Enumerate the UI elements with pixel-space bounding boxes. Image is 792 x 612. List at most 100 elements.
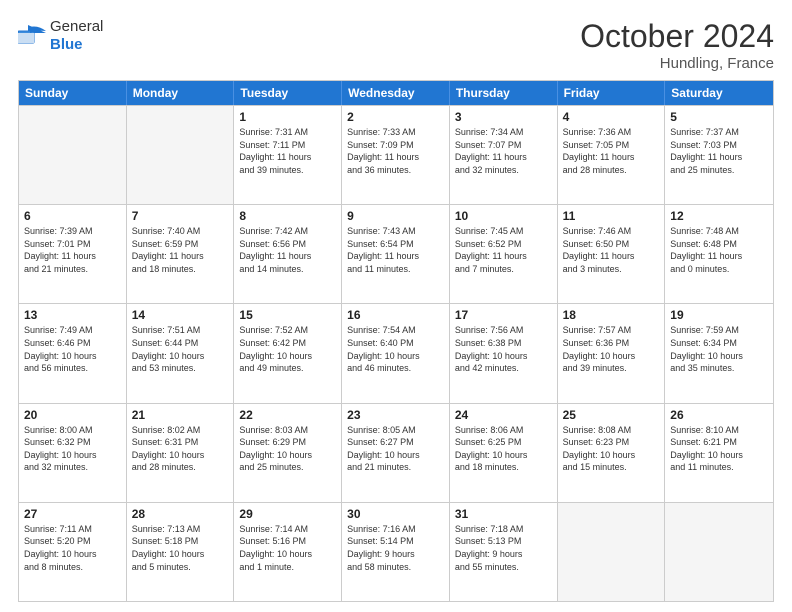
calendar-cell: 6 Sunrise: 7:39 AM Sunset: 7:01 PM Daylig…	[19, 205, 127, 303]
calendar-cell	[127, 106, 235, 204]
day-info: Sunrise: 7:39 AM Sunset: 7:01 PM Dayligh…	[24, 225, 121, 275]
day-number: 16	[347, 308, 444, 322]
day-number: 25	[563, 408, 660, 422]
day-info: Sunrise: 7:59 AM Sunset: 6:34 PM Dayligh…	[670, 324, 768, 374]
day-info: Sunrise: 7:37 AM Sunset: 7:03 PM Dayligh…	[670, 126, 768, 176]
title-area: October 2024 Hundling, France	[580, 18, 774, 72]
calendar-cell: 2 Sunrise: 7:33 AM Sunset: 7:09 PM Daylig…	[342, 106, 450, 204]
day-info: Sunrise: 7:42 AM Sunset: 6:56 PM Dayligh…	[239, 225, 336, 275]
logo-blue: Blue	[50, 36, 83, 53]
calendar-cell: 22Sunrise: 8:03 AM Sunset: 6:29 PM Dayli…	[234, 404, 342, 502]
day-number: 2	[347, 110, 444, 124]
calendar-cell: 14 Sunrise: 7:51 AM Sunset: 6:44 PM Dayli…	[127, 304, 235, 402]
calendar-cell: 28Sunrise: 7:13 AM Sunset: 5:18 PM Dayli…	[127, 503, 235, 601]
day-info: Sunrise: 7:46 AM Sunset: 6:50 PM Dayligh…	[563, 225, 660, 275]
day-number: 19	[670, 308, 768, 322]
month-title: October 2024	[580, 18, 774, 55]
logo-icon	[18, 26, 46, 46]
day-number: 8	[239, 209, 336, 223]
day-info: Sunrise: 7:13 AM Sunset: 5:18 PM Dayligh…	[132, 523, 229, 573]
calendar-body: 1 Sunrise: 7:31 AM Sunset: 7:11 PM Daylig…	[19, 105, 773, 601]
day-number: 18	[563, 308, 660, 322]
day-info: Sunrise: 8:08 AM Sunset: 6:23 PM Dayligh…	[563, 424, 660, 474]
day-number: 11	[563, 209, 660, 223]
day-info: Sunrise: 7:16 AM Sunset: 5:14 PM Dayligh…	[347, 523, 444, 573]
day-info: Sunrise: 7:14 AM Sunset: 5:16 PM Dayligh…	[239, 523, 336, 573]
calendar-cell: 21 Sunrise: 8:02 AM Sunset: 6:31 PM Dayli…	[127, 404, 235, 502]
day-info: Sunrise: 8:05 AM Sunset: 6:27 PM Dayligh…	[347, 424, 444, 474]
day-number: 20	[24, 408, 121, 422]
calendar-cell: 24Sunrise: 8:06 AM Sunset: 6:25 PM Dayli…	[450, 404, 558, 502]
day-number: 6	[24, 209, 121, 223]
day-info: Sunrise: 7:11 AM Sunset: 5:20 PM Dayligh…	[24, 523, 121, 573]
weekday-header: Monday	[127, 81, 235, 105]
day-number: 5	[670, 110, 768, 124]
logo-general: General	[50, 18, 103, 35]
day-info: Sunrise: 7:54 AM Sunset: 6:40 PM Dayligh…	[347, 324, 444, 374]
calendar: SundayMondayTuesdayWednesdayThursdayFrid…	[18, 80, 774, 602]
day-number: 27	[24, 507, 121, 521]
weekday-header: Wednesday	[342, 81, 450, 105]
weekday-header: Tuesday	[234, 81, 342, 105]
day-info: Sunrise: 7:34 AM Sunset: 7:07 PM Dayligh…	[455, 126, 552, 176]
day-info: Sunrise: 7:57 AM Sunset: 6:36 PM Dayligh…	[563, 324, 660, 374]
calendar-cell: 8 Sunrise: 7:42 AM Sunset: 6:56 PM Daylig…	[234, 205, 342, 303]
day-number: 26	[670, 408, 768, 422]
calendar-week: 6 Sunrise: 7:39 AM Sunset: 7:01 PM Daylig…	[19, 204, 773, 303]
page: General Blue October 2024 Hundling, Fran…	[0, 0, 792, 612]
day-info: Sunrise: 8:02 AM Sunset: 6:31 PM Dayligh…	[132, 424, 229, 474]
day-info: Sunrise: 7:31 AM Sunset: 7:11 PM Dayligh…	[239, 126, 336, 176]
calendar-cell: 15Sunrise: 7:52 AM Sunset: 6:42 PM Dayli…	[234, 304, 342, 402]
calendar-week: 13 Sunrise: 7:49 AM Sunset: 6:46 PM Dayli…	[19, 303, 773, 402]
calendar-cell	[19, 106, 127, 204]
day-number: 14	[132, 308, 229, 322]
calendar-cell: 25 Sunrise: 8:08 AM Sunset: 6:23 PM Dayli…	[558, 404, 666, 502]
calendar-week: 1 Sunrise: 7:31 AM Sunset: 7:11 PM Daylig…	[19, 105, 773, 204]
day-number: 17	[455, 308, 552, 322]
weekday-header: Friday	[558, 81, 666, 105]
calendar-cell: 9 Sunrise: 7:43 AM Sunset: 6:54 PM Daylig…	[342, 205, 450, 303]
day-number: 1	[239, 110, 336, 124]
calendar-cell: 4Sunrise: 7:36 AM Sunset: 7:05 PM Daylig…	[558, 106, 666, 204]
logo-text: General Blue	[50, 18, 103, 54]
calendar-cell: 11 Sunrise: 7:46 AM Sunset: 6:50 PM Dayli…	[558, 205, 666, 303]
day-info: Sunrise: 7:18 AM Sunset: 5:13 PM Dayligh…	[455, 523, 552, 573]
calendar-cell: 5 Sunrise: 7:37 AM Sunset: 7:03 PM Daylig…	[665, 106, 773, 204]
day-number: 24	[455, 408, 552, 422]
calendar-cell: 26 Sunrise: 8:10 AM Sunset: 6:21 PM Dayli…	[665, 404, 773, 502]
calendar-cell: 19 Sunrise: 7:59 AM Sunset: 6:34 PM Dayli…	[665, 304, 773, 402]
calendar-week: 27 Sunrise: 7:11 AM Sunset: 5:20 PM Dayli…	[19, 502, 773, 601]
calendar-cell: 16 Sunrise: 7:54 AM Sunset: 6:40 PM Dayli…	[342, 304, 450, 402]
calendar-cell: 29 Sunrise: 7:14 AM Sunset: 5:16 PM Dayli…	[234, 503, 342, 601]
day-number: 3	[455, 110, 552, 124]
day-number: 21	[132, 408, 229, 422]
day-number: 9	[347, 209, 444, 223]
day-info: Sunrise: 7:43 AM Sunset: 6:54 PM Dayligh…	[347, 225, 444, 275]
calendar-cell: 17Sunrise: 7:56 AM Sunset: 6:38 PM Dayli…	[450, 304, 558, 402]
calendar-cell: 20 Sunrise: 8:00 AM Sunset: 6:32 PM Dayli…	[19, 404, 127, 502]
day-info: Sunrise: 7:48 AM Sunset: 6:48 PM Dayligh…	[670, 225, 768, 275]
day-info: Sunrise: 8:10 AM Sunset: 6:21 PM Dayligh…	[670, 424, 768, 474]
day-info: Sunrise: 7:45 AM Sunset: 6:52 PM Dayligh…	[455, 225, 552, 275]
day-number: 29	[239, 507, 336, 521]
calendar-cell: 27 Sunrise: 7:11 AM Sunset: 5:20 PM Dayli…	[19, 503, 127, 601]
header: General Blue October 2024 Hundling, Fran…	[18, 18, 774, 72]
calendar-cell: 18 Sunrise: 7:57 AM Sunset: 6:36 PM Dayli…	[558, 304, 666, 402]
day-info: Sunrise: 8:00 AM Sunset: 6:32 PM Dayligh…	[24, 424, 121, 474]
calendar-cell	[665, 503, 773, 601]
calendar-cell: 7Sunrise: 7:40 AM Sunset: 6:59 PM Daylig…	[127, 205, 235, 303]
weekday-header: Saturday	[665, 81, 773, 105]
calendar-cell: 10Sunrise: 7:45 AM Sunset: 6:52 PM Dayli…	[450, 205, 558, 303]
calendar-cell: 23Sunrise: 8:05 AM Sunset: 6:27 PM Dayli…	[342, 404, 450, 502]
weekday-header: Sunday	[19, 81, 127, 105]
day-info: Sunrise: 7:52 AM Sunset: 6:42 PM Dayligh…	[239, 324, 336, 374]
calendar-cell: 13 Sunrise: 7:49 AM Sunset: 6:46 PM Dayli…	[19, 304, 127, 402]
logo: General Blue	[18, 18, 103, 54]
day-number: 7	[132, 209, 229, 223]
day-info: Sunrise: 7:51 AM Sunset: 6:44 PM Dayligh…	[132, 324, 229, 374]
day-info: Sunrise: 7:33 AM Sunset: 7:09 PM Dayligh…	[347, 126, 444, 176]
location: Hundling, France	[580, 55, 774, 72]
day-info: Sunrise: 7:49 AM Sunset: 6:46 PM Dayligh…	[24, 324, 121, 374]
day-number: 13	[24, 308, 121, 322]
day-number: 22	[239, 408, 336, 422]
